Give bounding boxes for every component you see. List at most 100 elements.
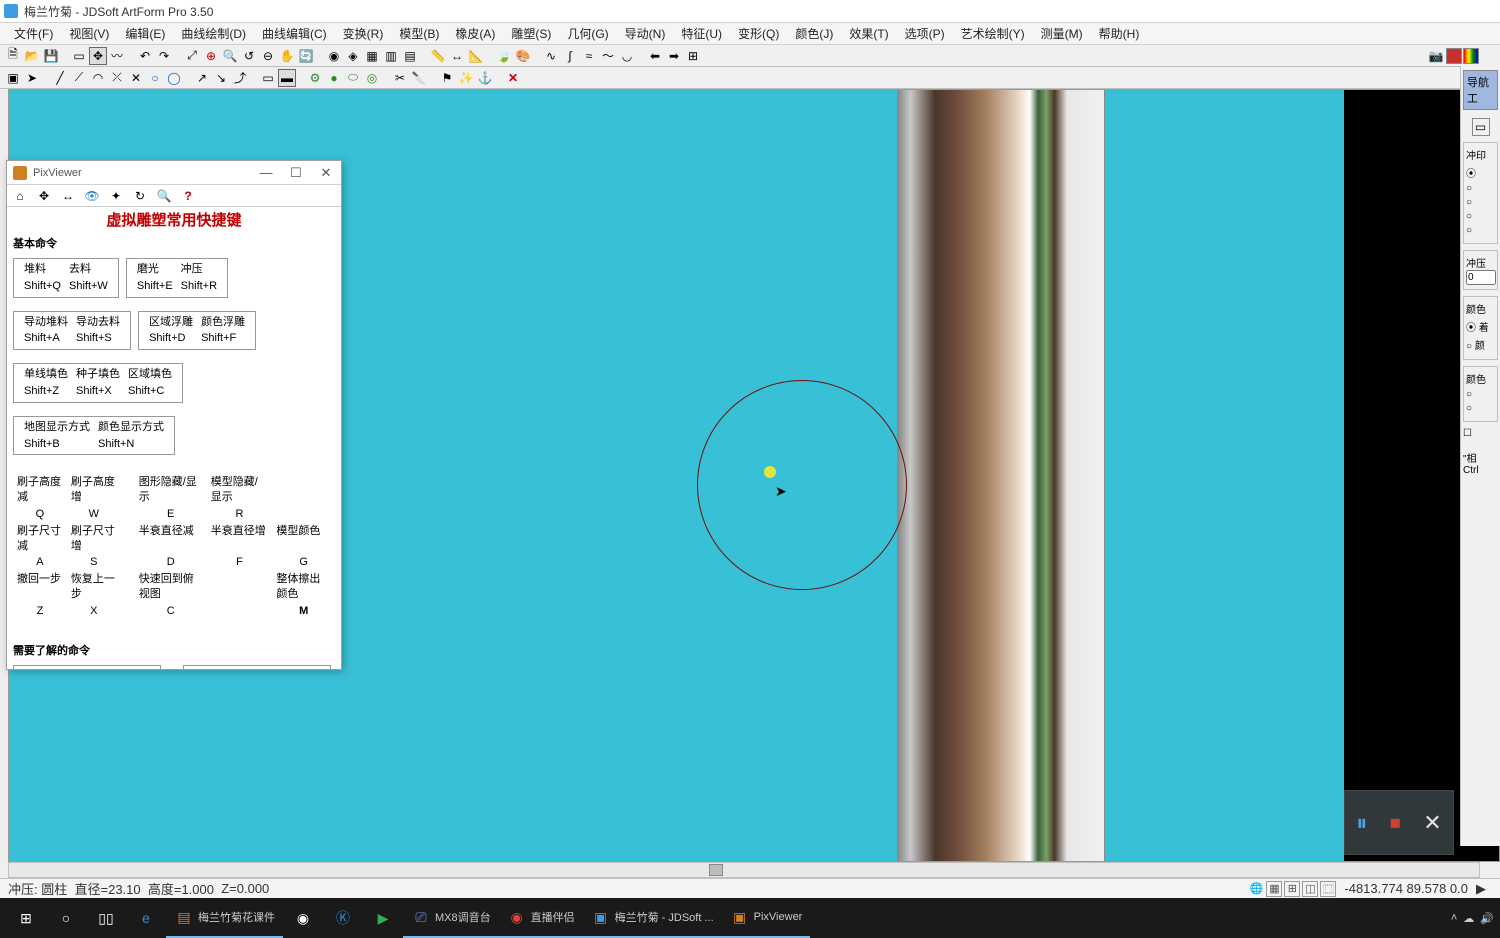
menu-options[interactable]: 选项(P)	[897, 23, 953, 44]
gear-icon[interactable]: ⚙	[306, 69, 324, 87]
menu-rubber[interactable]: 橡皮(A)	[447, 23, 503, 44]
close-overlay-button[interactable]: ✕	[1423, 810, 1441, 836]
arrow-right-icon[interactable]: ➡	[665, 47, 683, 65]
menu-feature[interactable]: 特征(U)	[673, 23, 730, 44]
line-icon[interactable]: ╱	[51, 69, 69, 87]
leaf-tool-icon[interactable]: 🍃	[495, 47, 513, 65]
status-icon-4[interactable]: ⿴	[1320, 881, 1336, 897]
taskbar-app-4[interactable]: ▣ 梅兰竹菊 - JDSoft ...	[583, 898, 722, 938]
right-panel-tab[interactable]: 导航工	[1463, 70, 1498, 110]
rect-dashed-icon[interactable]: ▭	[259, 69, 277, 87]
pv-help-icon[interactable]: ?	[179, 187, 197, 205]
player-button[interactable]: ▶	[363, 898, 403, 938]
move-icon[interactable]: ✥	[89, 47, 107, 65]
split-icon[interactable]: ↗	[193, 69, 211, 87]
zoom-window-icon[interactable]: 🔍	[221, 47, 239, 65]
radio-color-a[interactable]: ⦿ 着	[1466, 319, 1495, 334]
cylinder-icon[interactable]: ⬭	[344, 69, 362, 87]
pointer-icon[interactable]: ➤	[23, 69, 41, 87]
render-icon[interactable]: 🎨	[514, 47, 532, 65]
punch-input[interactable]	[1466, 270, 1496, 285]
taskbar-app-3[interactable]: ◉ 直播伴侣	[499, 898, 583, 938]
edge-button[interactable]: e	[126, 898, 166, 938]
delete-point-icon[interactable]: ✕	[127, 69, 145, 87]
radio-opt3[interactable]: ○	[1466, 197, 1495, 208]
pv-eye-icon[interactable]: 👁	[83, 187, 101, 205]
pv-close-button[interactable]: ✕	[311, 165, 341, 181]
menu-sculpt[interactable]: 雕塑(S)	[503, 23, 559, 44]
menu-measure[interactable]: 测量(M)	[1033, 23, 1091, 44]
radio-opt5[interactable]: ○	[1466, 225, 1495, 236]
stop-button[interactable]: ⏹	[1390, 810, 1401, 836]
pv-pan-icon[interactable]: ↔	[59, 187, 77, 205]
join-icon[interactable]: ↘	[212, 69, 230, 87]
menu-navigate[interactable]: 导动(N)	[617, 23, 674, 44]
pause-button[interactable]: ⏸	[1356, 810, 1367, 836]
curve4-icon[interactable]: 〜	[599, 47, 617, 65]
tray-volume-icon[interactable]: 🔊	[1480, 912, 1494, 925]
menu-curve-draw[interactable]: 曲线绘制(D)	[173, 23, 254, 44]
pv-rotate-icon[interactable]: ↻	[131, 187, 149, 205]
curve-tool-icon[interactable]: 〰	[108, 47, 126, 65]
angle-icon[interactable]: 📐	[467, 47, 485, 65]
arrow-left-icon[interactable]: ⬅	[646, 47, 664, 65]
pv-zoom-icon[interactable]: 🔍	[155, 187, 173, 205]
chrome-button[interactable]: ◉	[283, 898, 323, 938]
taskbar-app-1[interactable]: ▤ 梅兰竹菊花课件	[166, 898, 283, 938]
curve2-icon[interactable]: ∫	[561, 47, 579, 65]
menu-view[interactable]: 视图(V)	[61, 23, 117, 44]
menu-help[interactable]: 帮助(H)	[1091, 23, 1148, 44]
status-arrow-icon[interactable]: ▶	[1476, 881, 1486, 897]
status-icon-3[interactable]: ◫	[1302, 881, 1318, 897]
rect-solid-icon[interactable]: ▬	[278, 69, 296, 87]
radio-opt1[interactable]: ⦿	[1466, 165, 1495, 180]
taskbar-app-5[interactable]: ▣ PixViewer	[722, 898, 811, 938]
radio-opt4[interactable]: ○	[1466, 211, 1495, 222]
open-icon[interactable]: 📂	[23, 47, 41, 65]
taskview-button[interactable]: ▯▯	[86, 898, 126, 938]
view-side-icon[interactable]: ▤	[401, 47, 419, 65]
break-icon[interactable]: ⤫	[108, 69, 126, 87]
zoom-out-icon[interactable]: ⊖	[259, 47, 277, 65]
color-swatch-1[interactable]	[1446, 48, 1462, 64]
torus-icon[interactable]: ◎	[363, 69, 381, 87]
menu-color[interactable]: 颜色(J)	[787, 23, 841, 44]
curve5-icon[interactable]: ◡	[618, 47, 636, 65]
scissors-icon[interactable]: ✂	[391, 69, 409, 87]
tray-cloud-icon[interactable]: ☁	[1463, 912, 1474, 925]
pv-maximize-button[interactable]: ☐	[281, 165, 311, 181]
menu-effect[interactable]: 效果(T)	[841, 23, 896, 44]
menu-artdraw[interactable]: 艺术绘制(Y)	[953, 23, 1033, 44]
menu-edit[interactable]: 编辑(E)	[117, 23, 173, 44]
orbit-icon[interactable]: ◉	[325, 47, 343, 65]
measure-icon[interactable]: 📏	[429, 47, 447, 65]
radio-c2-b[interactable]: ○	[1466, 403, 1495, 414]
zoom-fit-icon[interactable]: ⤢	[183, 47, 201, 65]
tray-up-icon[interactable]: ˄	[1451, 912, 1457, 924]
rect-select-icon[interactable]: ▭	[70, 47, 88, 65]
view-top-icon[interactable]: ▦	[363, 47, 381, 65]
radio-c2-a[interactable]: ○	[1466, 389, 1495, 400]
menu-geometry[interactable]: 几何(G)	[559, 23, 616, 44]
menu-curve-edit[interactable]: 曲线编辑(C)	[254, 23, 335, 44]
pixviewer-titlebar[interactable]: PixViewer — ☐ ✕	[7, 161, 341, 185]
pan-icon[interactable]: ✋	[278, 47, 296, 65]
curve1-icon[interactable]: ∿	[542, 47, 560, 65]
checkbox-transparent[interactable]: ☐	[1463, 428, 1498, 439]
sphere-icon[interactable]: ●	[325, 69, 343, 87]
dimension-icon[interactable]: ↔	[448, 47, 466, 65]
horizontal-scrollbar[interactable]	[8, 862, 1480, 878]
pv-home-icon[interactable]: ⌂	[11, 187, 29, 205]
status-globe-icon[interactable]: 🌐	[1248, 881, 1264, 897]
circle-icon[interactable]: ○	[146, 69, 164, 87]
arc-icon[interactable]: ◠	[89, 69, 107, 87]
start-button[interactable]: ⊞	[6, 898, 46, 938]
new-icon[interactable]: 🗎	[4, 47, 22, 65]
grid-icon[interactable]: ⊞	[684, 47, 702, 65]
view-iso-icon[interactable]: ◈	[344, 47, 362, 65]
view-front-icon[interactable]: ▥	[382, 47, 400, 65]
curve3-icon[interactable]: ≈	[580, 47, 598, 65]
cortana-button[interactable]: ○	[46, 898, 86, 938]
wand-icon[interactable]: ✨	[457, 69, 475, 87]
panel-rect-icon[interactable]: ▭	[1472, 118, 1490, 136]
